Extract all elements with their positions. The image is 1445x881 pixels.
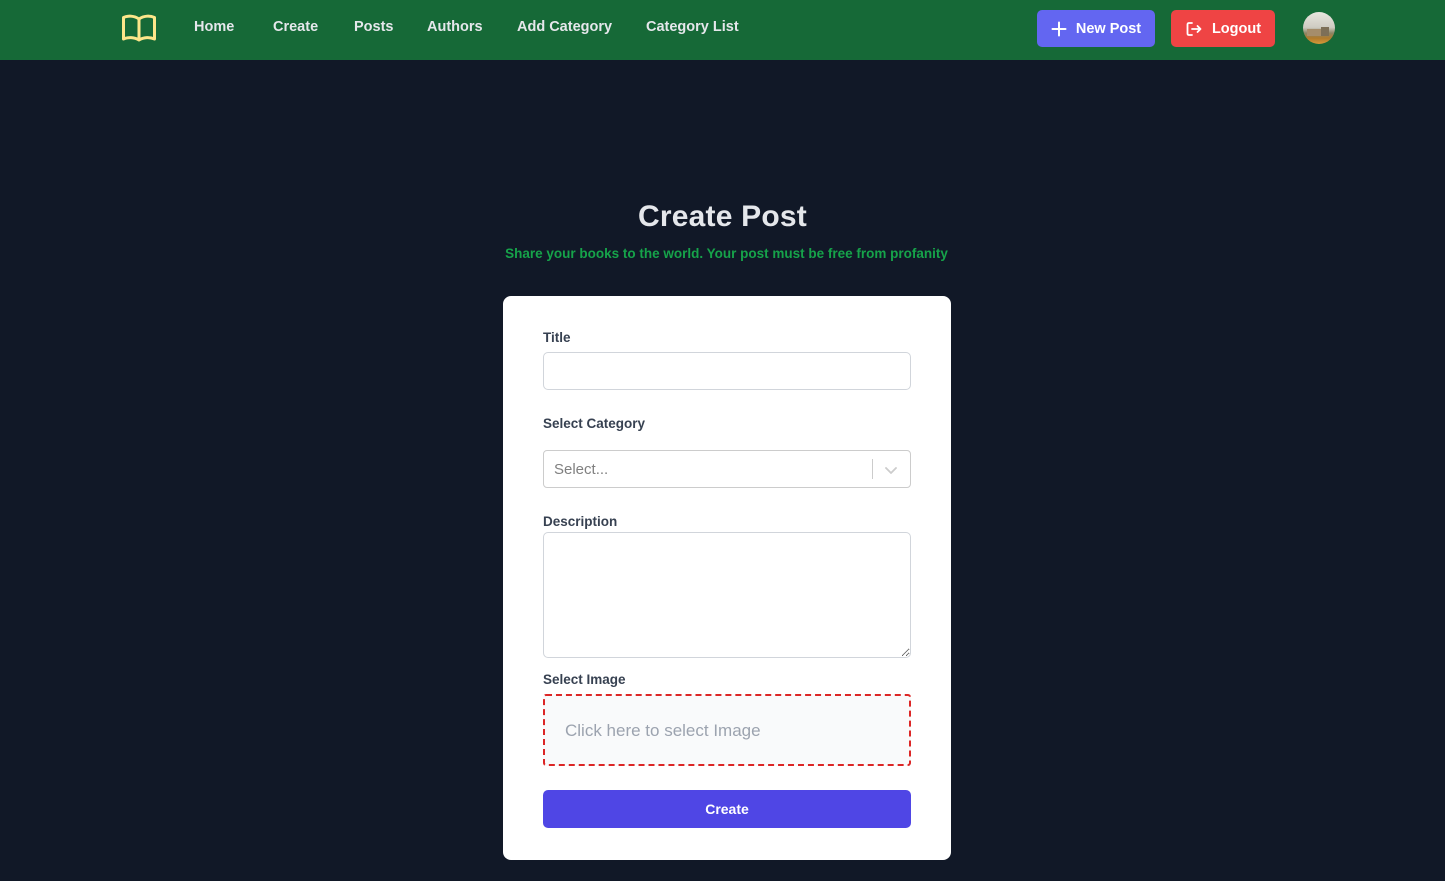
logout-label: Logout	[1211, 20, 1262, 37]
title-input[interactable]	[543, 352, 911, 390]
nav-link-authors[interactable]: Authors	[427, 19, 483, 35]
top-navbar: Home Create Posts Authors Add Category C…	[0, 0, 1445, 60]
title-label: Title	[543, 330, 571, 345]
avatar-photo-detail	[1321, 27, 1329, 36]
category-select-placeholder: Select...	[554, 461, 609, 478]
logout-icon	[1186, 21, 1202, 36]
select-separator	[872, 459, 873, 479]
image-dropzone[interactable]: Click here to select Image	[543, 694, 911, 766]
nav-link-home[interactable]: Home	[194, 19, 234, 35]
new-post-label: New Post	[1075, 20, 1142, 37]
create-post-form: Title Select Category Select... Descript…	[503, 296, 951, 860]
description-textarea[interactable]	[543, 532, 911, 658]
category-select[interactable]: Select...	[543, 450, 911, 488]
page-title: Create Post	[638, 200, 807, 233]
nav-link-add-category[interactable]: Add Category	[517, 19, 612, 35]
nav-link-category-list[interactable]: Category List	[646, 19, 739, 35]
nav-link-posts[interactable]: Posts	[354, 19, 394, 35]
avatar-photo-detail	[1307, 29, 1321, 36]
category-label: Select Category	[543, 416, 646, 431]
user-avatar[interactable]	[1303, 12, 1335, 44]
image-dropzone-placeholder: Click here to select Image	[565, 721, 761, 740]
page-subtitle: Share your books to the world. Your post…	[505, 246, 948, 261]
open-book-icon[interactable]	[121, 13, 157, 43]
nav-link-create[interactable]: Create	[273, 19, 318, 35]
new-post-button[interactable]: New Post	[1037, 10, 1155, 47]
create-button-label: Create	[705, 801, 749, 817]
description-label: Description	[543, 514, 618, 529]
logout-button[interactable]: Logout	[1171, 10, 1275, 47]
chevron-down-icon[interactable]	[881, 460, 901, 480]
image-label: Select Image	[543, 672, 626, 687]
create-button[interactable]: Create	[543, 790, 911, 828]
plus-icon	[1051, 21, 1067, 36]
